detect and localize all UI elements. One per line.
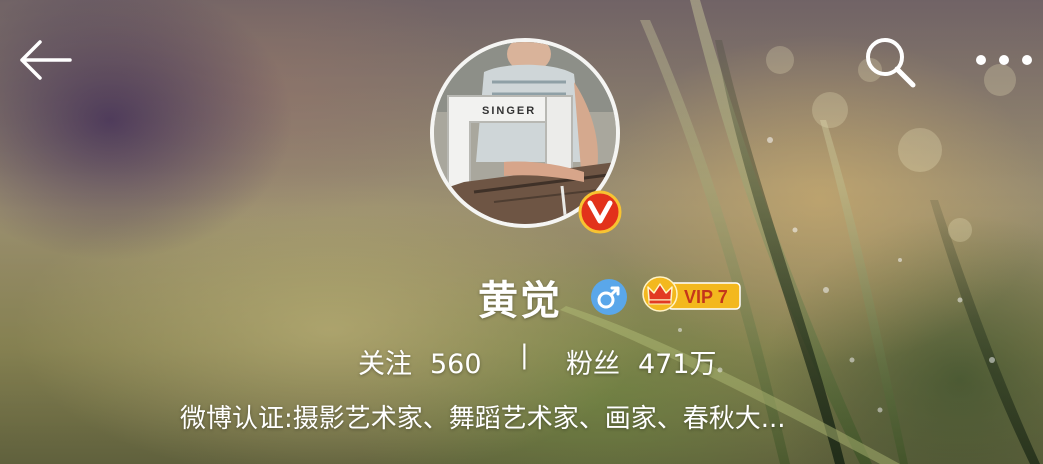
profile-stats: 关注 560 | 粉丝 471万	[0, 340, 1043, 380]
male-icon	[591, 279, 627, 315]
search-button[interactable]	[858, 32, 922, 92]
vip-level-text: VIP 7	[684, 287, 728, 307]
verification-text[interactable]: 微博认证:摄影艺术家、舞蹈艺术家、画家、春秋大...	[180, 398, 880, 435]
stats-separator: |	[520, 340, 529, 370]
more-dots-icon	[976, 55, 1032, 65]
fans-label: 粉丝	[566, 349, 620, 380]
username: 黄觉	[478, 278, 562, 324]
verified-v-badge-icon	[578, 190, 622, 234]
back-button[interactable]	[14, 34, 78, 86]
verified-badge	[578, 190, 622, 234]
gender-badge	[590, 278, 628, 316]
following-stat[interactable]: 关注 560	[358, 342, 482, 381]
vip-badge[interactable]: VIP 7	[642, 274, 742, 314]
profile-header: SINGER 黄觉 VIP 7 关注 560 | 粉丝 471万 微博认证:摄影…	[0, 0, 1043, 464]
following-label: 关注	[358, 349, 412, 380]
vip-badge-graphic: VIP 7	[642, 276, 741, 312]
following-count: 560	[430, 349, 482, 380]
name-row: 黄觉 VIP 7	[0, 268, 1043, 324]
fans-count: 471万	[638, 349, 717, 380]
crown-icon	[642, 276, 678, 312]
more-button[interactable]	[968, 40, 1040, 80]
back-arrow-icon	[20, 40, 72, 80]
avatar-brand-text: SINGER	[482, 105, 536, 117]
search-icon	[866, 38, 916, 88]
fans-stat[interactable]: 粉丝 471万	[566, 342, 717, 381]
